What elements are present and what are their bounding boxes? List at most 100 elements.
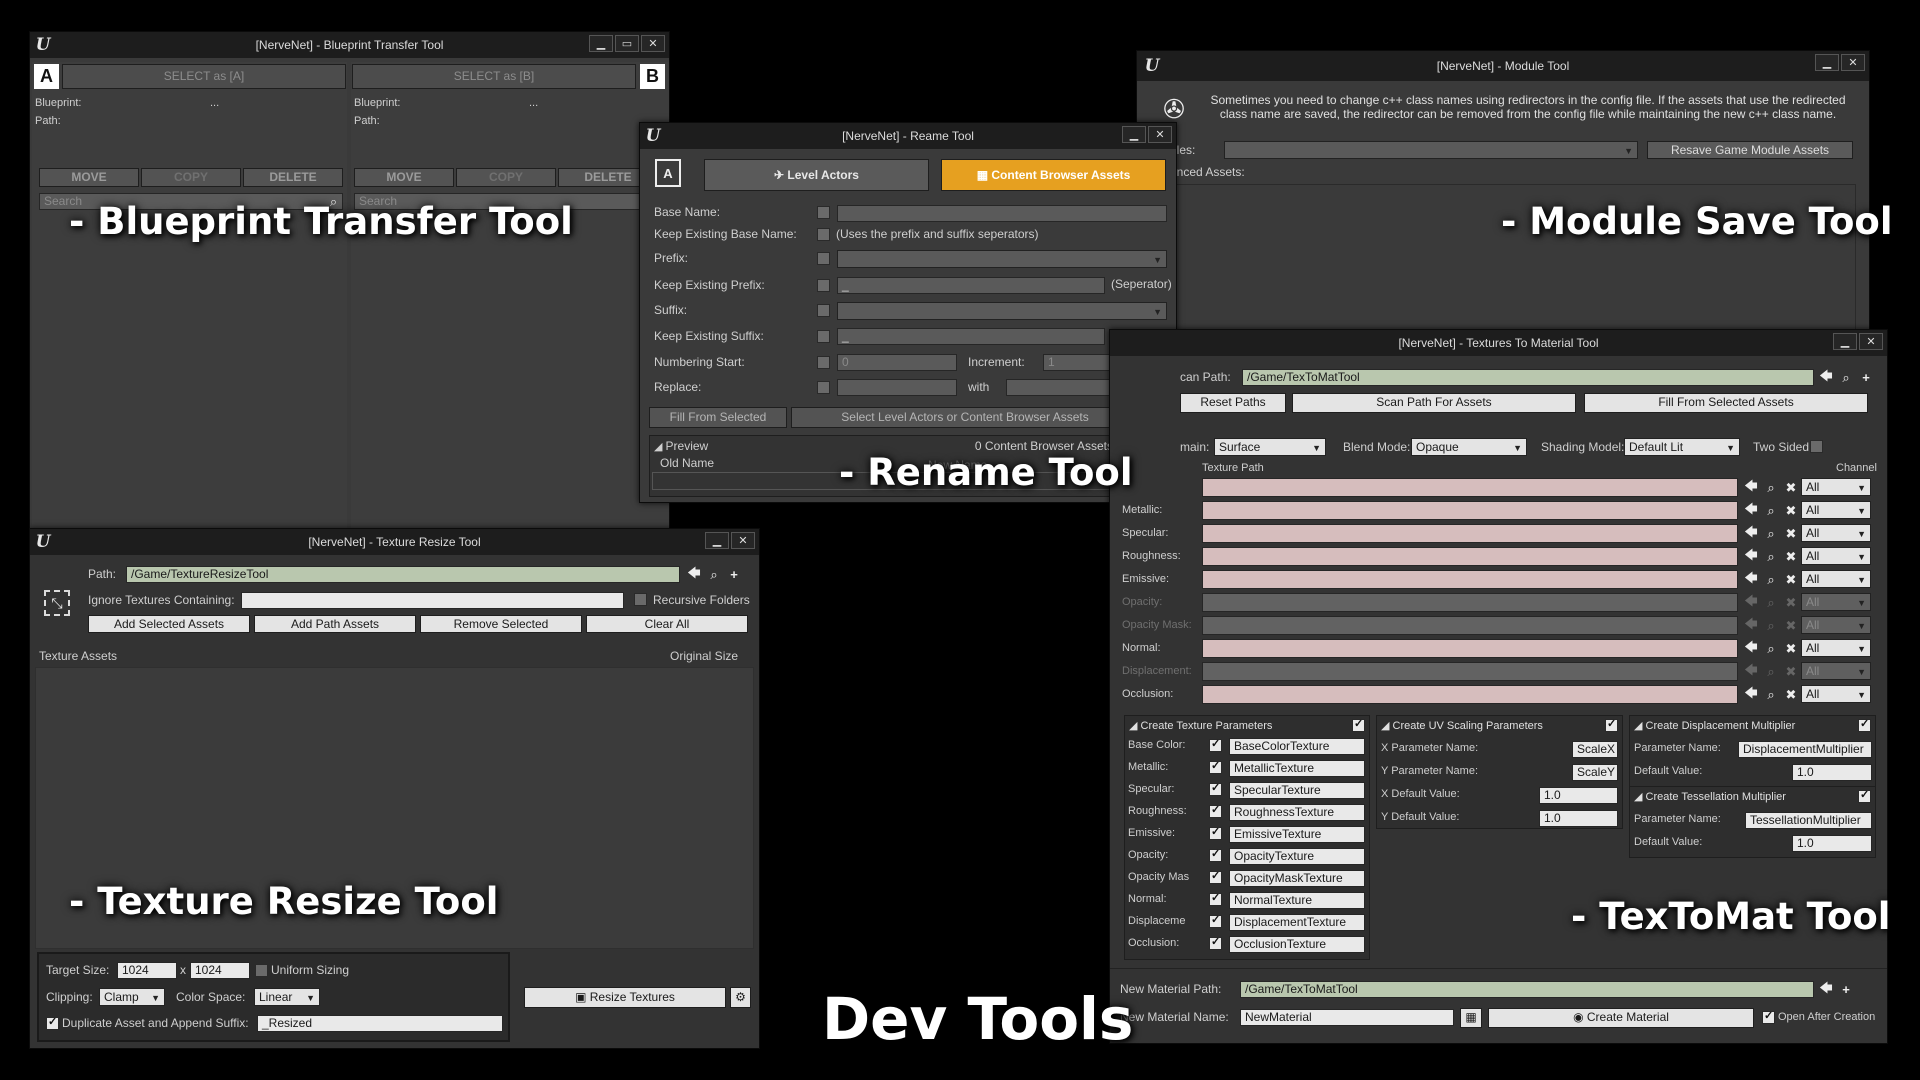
minimize-icon[interactable]: ▁: [1122, 126, 1146, 143]
numbering-start-input[interactable]: 0: [837, 354, 957, 371]
two-sided-checkbox[interactable]: [1810, 440, 1823, 453]
texture-path-input[interactable]: [1202, 662, 1738, 681]
tessellation-default-input[interactable]: 1.0: [1792, 835, 1872, 852]
close-icon[interactable]: ✖: [1783, 616, 1799, 635]
channel-dropdown[interactable]: All: [1801, 662, 1871, 680]
texture-path-input[interactable]: [1202, 616, 1738, 635]
texture-params-checkbox[interactable]: [1352, 717, 1365, 732]
search-icon[interactable]: ⌕: [1763, 524, 1779, 543]
plus-icon[interactable]: +: [1838, 981, 1854, 998]
close-icon[interactable]: ✕: [1148, 126, 1172, 143]
uv-scaling-header[interactable]: ◢ Create UV Scaling Parameters: [1381, 719, 1543, 732]
channel-dropdown[interactable]: All: [1801, 547, 1871, 565]
x-default-input[interactable]: 1.0: [1539, 787, 1618, 804]
preview-header[interactable]: ◢ Preview: [654, 439, 708, 453]
replace-checkbox[interactable]: [817, 381, 830, 394]
material-picker-button[interactable]: ▦: [1460, 1008, 1482, 1028]
arrow-left-icon[interactable]: 🡄: [1818, 980, 1834, 998]
uniform-sizing-checkbox[interactable]: [255, 964, 268, 977]
plus-icon[interactable]: +: [1858, 369, 1874, 386]
param-checkbox[interactable]: [1209, 759, 1222, 774]
search-icon[interactable]: ⌕: [1763, 639, 1779, 658]
numbering-checkbox[interactable]: [817, 356, 830, 369]
prefix-checkbox[interactable]: [817, 252, 830, 265]
close-icon[interactable]: ✖: [1783, 570, 1799, 589]
param-checkbox[interactable]: [1209, 869, 1222, 884]
close-icon[interactable]: ✕: [1859, 333, 1883, 350]
copy-button-b[interactable]: COPY: [456, 168, 556, 187]
suffix-separator-input[interactable]: _: [837, 328, 1105, 345]
texture-path-input[interactable]: [1202, 593, 1738, 612]
param-checkbox[interactable]: [1209, 913, 1222, 928]
ignore-input[interactable]: [241, 592, 624, 609]
delete-button-a[interactable]: DELETE: [243, 168, 343, 187]
texture-path-input[interactable]: [1202, 478, 1738, 497]
plus-icon[interactable]: +: [726, 566, 742, 583]
prefix-separator-input[interactable]: _: [837, 277, 1105, 294]
param-name-input[interactable]: EmissiveTexture: [1229, 826, 1365, 843]
texture-path-input[interactable]: [1202, 685, 1738, 704]
param-name-input[interactable]: DisplacementTexture: [1229, 914, 1365, 931]
arrow-left-icon[interactable]: 🡄: [1743, 662, 1759, 681]
close-icon[interactable]: ✖: [1783, 501, 1799, 520]
close-icon[interactable]: ✖: [1783, 547, 1799, 566]
suffix-input[interactable]: _Resized: [257, 1015, 503, 1032]
keep-base-checkbox[interactable]: [817, 228, 830, 241]
texture-params-header[interactable]: ◢ Create Texture Parameters: [1129, 719, 1272, 732]
tessellation-header[interactable]: ◢ Create Tessellation Multiplier: [1634, 790, 1786, 803]
textomat-titlebar[interactable]: [NerveNet] - Textures To Material Tool ▁…: [1110, 330, 1887, 356]
arrow-left-icon[interactable]: 🡄: [1743, 570, 1759, 589]
tessellation-param-input[interactable]: TessellationMultiplier: [1745, 812, 1872, 829]
arrow-left-icon[interactable]: 🡄: [1743, 478, 1759, 497]
blueprint-titlebar[interactable]: U [NerveNet] - Blueprint Transfer Tool ▁…: [30, 32, 669, 58]
displacement-header[interactable]: ◢ Create Displacement Multiplier: [1634, 719, 1795, 732]
channel-dropdown[interactable]: All: [1801, 478, 1871, 496]
new-material-path-input[interactable]: /Game/TexToMatTool: [1240, 981, 1814, 998]
search-icon[interactable]: ⌕: [1763, 685, 1779, 704]
keep-suffix-checkbox[interactable]: [817, 330, 830, 343]
add-selected-assets-button[interactable]: Add Selected Assets: [88, 615, 250, 633]
displacement-default-input[interactable]: 1.0: [1792, 764, 1872, 781]
resave-button[interactable]: Resave Game Module Assets: [1647, 141, 1853, 159]
scan-path-button[interactable]: Scan Path For Assets: [1292, 393, 1576, 413]
param-checkbox[interactable]: [1209, 803, 1222, 818]
param-name-input[interactable]: SpecularTexture: [1229, 782, 1365, 799]
param-name-input[interactable]: MetallicTexture: [1229, 760, 1365, 777]
tab-content-browser[interactable]: ▦ Content Browser Assets: [941, 159, 1166, 191]
move-button-b[interactable]: MOVE: [354, 168, 454, 187]
copy-button-a[interactable]: COPY: [141, 168, 241, 187]
param-checkbox[interactable]: [1209, 935, 1222, 950]
arrow-left-icon[interactable]: 🡄: [1818, 368, 1834, 386]
channel-dropdown[interactable]: All: [1801, 639, 1871, 657]
remove-selected-button[interactable]: Remove Selected: [420, 615, 582, 633]
channel-dropdown[interactable]: All: [1801, 570, 1871, 588]
search-icon[interactable]: ⌕: [706, 566, 722, 583]
channel-dropdown[interactable]: All: [1801, 616, 1871, 634]
displacement-param-input[interactable]: DisplacementMultiplier: [1738, 741, 1872, 758]
prefix-dropdown[interactable]: [837, 250, 1167, 268]
rename-titlebar[interactable]: U [NerveNet] - Reame Tool ▁ ✕: [640, 123, 1176, 149]
displacement-checkbox[interactable]: [1858, 717, 1871, 732]
arrow-left-icon[interactable]: 🡄: [1743, 616, 1759, 635]
base-name-checkbox[interactable]: [817, 206, 830, 219]
param-name-input[interactable]: NormalTexture: [1229, 892, 1365, 909]
fill-from-selected-assets-button[interactable]: Fill From Selected Assets: [1584, 393, 1868, 413]
y-default-input[interactable]: 1.0: [1539, 810, 1618, 827]
channel-dropdown[interactable]: All: [1801, 685, 1871, 703]
select-a-button[interactable]: SELECT as [A]: [62, 64, 346, 89]
close-icon[interactable]: ✕: [731, 532, 755, 549]
color-space-dropdown[interactable]: Linear: [254, 988, 320, 1006]
create-material-button[interactable]: ◉ Create Material: [1488, 1008, 1754, 1028]
close-icon[interactable]: ✖: [1783, 639, 1799, 658]
resize-titlebar[interactable]: U [NerveNet] - Texture Resize Tool ▁ ✕: [30, 529, 759, 555]
search-icon[interactable]: ⌕: [1763, 478, 1779, 497]
param-name-input[interactable]: OcclusionTexture: [1229, 936, 1365, 953]
param-checkbox[interactable]: [1209, 825, 1222, 840]
channel-dropdown[interactable]: All: [1801, 593, 1871, 611]
replace-input[interactable]: [837, 379, 957, 396]
select-b-button[interactable]: SELECT as [B]: [352, 64, 636, 89]
move-button-a[interactable]: MOVE: [39, 168, 139, 187]
uv-scaling-checkbox[interactable]: [1605, 717, 1618, 732]
y-param-input[interactable]: ScaleY: [1572, 764, 1618, 781]
texture-path-input[interactable]: [1202, 570, 1738, 589]
